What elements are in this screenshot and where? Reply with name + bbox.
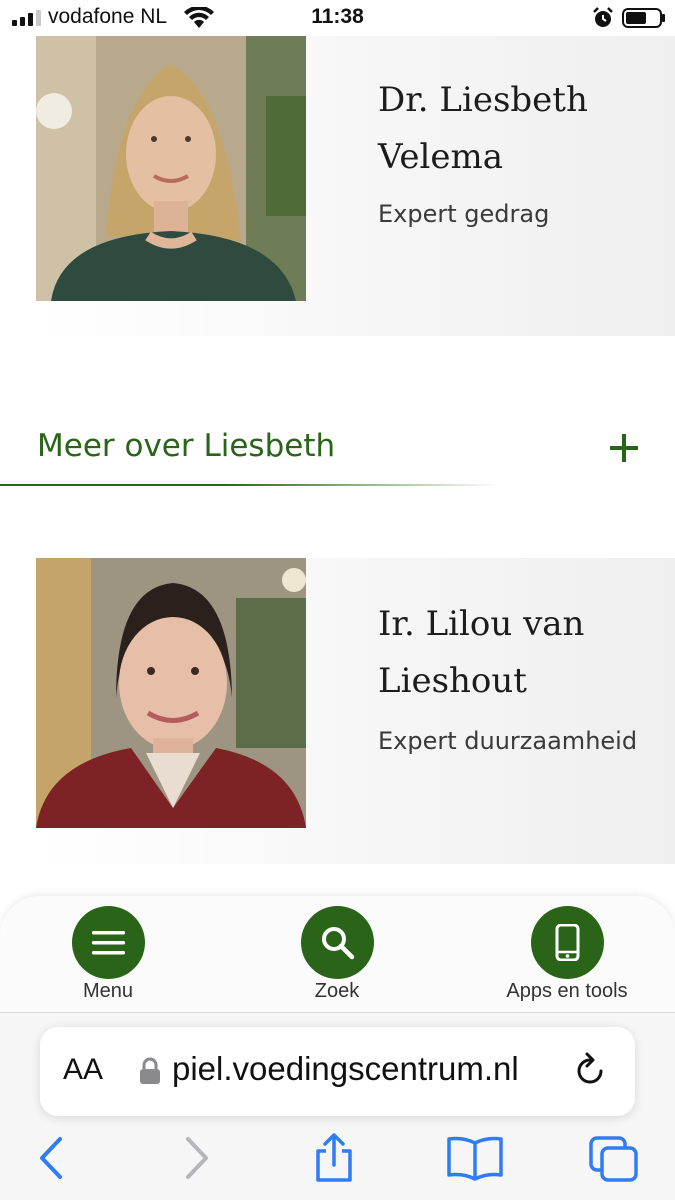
- accordion-label[interactable]: Meer over Liesbeth: [37, 428, 335, 464]
- chevron-left-icon: [40, 1137, 62, 1179]
- lock-icon: [140, 1057, 160, 1084]
- browser-chrome: AA piel.voedingscentrum.nl: [0, 1012, 675, 1200]
- smartphone-icon: [555, 924, 579, 961]
- book-icon: [447, 1136, 503, 1181]
- search-circle[interactable]: [300, 906, 374, 979]
- expert-role: Expert duurzaamheid: [378, 727, 638, 755]
- clock: 11:38: [311, 5, 364, 28]
- bottom-navigation: Menu Zoek Apps en tools: [0, 896, 675, 1016]
- accordion-divider: [0, 484, 500, 486]
- expert-photo: [36, 558, 306, 828]
- tabs-icon: [589, 1136, 638, 1182]
- menu-label[interactable]: Menu: [18, 980, 198, 1003]
- share-icon: [316, 1133, 352, 1182]
- plus-icon[interactable]: [608, 432, 640, 464]
- menu-circle[interactable]: [71, 906, 145, 979]
- bookmarks-button[interactable]: [446, 1133, 504, 1183]
- forward-button[interactable]: [182, 1133, 212, 1183]
- accordion-more-about[interactable]: Meer over Liesbeth: [0, 418, 675, 488]
- url-text[interactable]: piel.voedingscentrum.nl: [172, 1050, 562, 1088]
- battery-icon: [622, 8, 665, 28]
- search-button[interactable]: Zoek: [247, 906, 427, 1003]
- search-icon: [321, 927, 354, 960]
- back-button[interactable]: [36, 1133, 66, 1183]
- hamburger-icon: [91, 931, 125, 955]
- address-bar[interactable]: AA piel.voedingscentrum.nl: [40, 1027, 635, 1116]
- menu-button[interactable]: Menu: [18, 906, 198, 1003]
- tabs-button[interactable]: [588, 1133, 640, 1183]
- apps-label[interactable]: Apps en tools: [477, 980, 657, 1003]
- alarm-icon: [593, 7, 613, 27]
- expert-card: Ir. Lilou van Lieshout Expert duurzaamhe…: [36, 558, 675, 864]
- expert-photo: [36, 36, 306, 301]
- status-bar: vodafone NL 11:38: [0, 0, 675, 36]
- apps-circle[interactable]: [530, 906, 604, 979]
- expert-name: Dr. Liesbeth Velema: [378, 80, 588, 177]
- expert-card: Dr. Liesbeth Velema Expert gedrag: [36, 36, 675, 336]
- expert-name: Ir. Lilou van Lieshout: [378, 604, 585, 701]
- search-label[interactable]: Zoek: [247, 980, 427, 1003]
- expert-role: Expert gedrag: [378, 200, 550, 228]
- share-button[interactable]: [312, 1133, 356, 1183]
- apps-tools-button[interactable]: Apps en tools: [477, 906, 657, 1003]
- text-size-button[interactable]: AA: [63, 1053, 103, 1087]
- reload-icon[interactable]: [572, 1051, 608, 1089]
- chevron-right-icon: [186, 1137, 208, 1179]
